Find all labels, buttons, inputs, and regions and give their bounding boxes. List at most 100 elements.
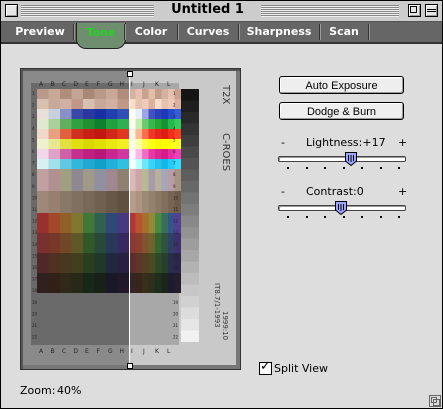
target-date-text: 1999:10 [221, 311, 229, 340]
row-number: 20 [32, 311, 38, 316]
color-patch [142, 233, 149, 253]
color-patch [37, 109, 49, 119]
tab-sharpness[interactable]: Sharpness [239, 22, 319, 42]
color-patch [83, 233, 95, 253]
color-patch [155, 213, 162, 233]
column-letter: C [62, 348, 66, 355]
color-patch [161, 109, 168, 119]
lightness-plus-label: + [398, 136, 408, 149]
contrast-minus-label: - [281, 185, 285, 198]
color-patch [37, 273, 49, 293]
color-patch [148, 89, 155, 99]
color-patch [155, 159, 162, 169]
color-patch [71, 89, 83, 99]
color-patch [117, 253, 129, 273]
color-patch [148, 109, 155, 119]
row-number: 18 [173, 288, 179, 293]
color-patch [117, 273, 129, 293]
slider-tick [305, 167, 308, 169]
color-patch [117, 119, 129, 129]
title-bar[interactable]: Untitled 1 [1, 1, 442, 22]
contrast-slider-thumb[interactable] [335, 201, 347, 215]
color-patch [161, 273, 168, 293]
color-patch [37, 89, 49, 99]
grow-box-icon[interactable] [429, 395, 441, 407]
color-patch [48, 273, 60, 293]
close-box[interactable] [5, 4, 18, 17]
color-patch [94, 119, 106, 129]
slider-tick [287, 216, 289, 218]
zoom-box[interactable] [408, 4, 421, 17]
gray-patch [181, 146, 199, 158]
color-patch [37, 99, 49, 109]
color-patch [161, 159, 168, 169]
contrast-label: Contrast:0 [306, 185, 364, 198]
color-patch [106, 149, 118, 159]
color-patch [71, 159, 83, 169]
color-patch [148, 273, 155, 293]
color-patch [48, 213, 60, 233]
split-handle-bottom[interactable] [127, 363, 133, 369]
gray-patch [181, 330, 199, 342]
row-number: 16 [173, 265, 179, 270]
color-patch [135, 129, 142, 139]
row-number: 12 [32, 219, 38, 224]
color-patch [60, 119, 72, 129]
color-patch [71, 273, 83, 293]
color-patch [60, 109, 72, 119]
row-number: 11 [32, 207, 38, 212]
gray-patch [181, 192, 199, 204]
color-patch [148, 253, 155, 273]
column-letter: F [97, 81, 101, 88]
row-number: 11 [173, 207, 179, 212]
preview-image[interactable]: ABCDEFGHIJKL ABCDEFGHIJKL 12345678910111… [23, 71, 236, 365]
color-patch [37, 253, 49, 273]
color-patch [161, 99, 168, 109]
collapse-box[interactable] [425, 4, 438, 17]
tab-tone[interactable]: Tone [76, 23, 126, 49]
dodge-burn-button[interactable]: Dodge & Burn [279, 102, 404, 120]
color-patch [148, 191, 155, 213]
lightness-value: +17 [362, 136, 386, 149]
color-patch [142, 213, 149, 233]
color-patch [83, 129, 95, 139]
color-patch [60, 159, 72, 169]
color-patch [83, 99, 95, 109]
color-patch [155, 253, 162, 273]
color-patch [48, 169, 60, 191]
color-patch [142, 149, 149, 159]
slider-tick [342, 167, 345, 169]
color-patch [37, 191, 49, 213]
color-patch [117, 159, 129, 169]
slider-tick [287, 167, 289, 169]
lightness-slider-track[interactable] [278, 156, 406, 162]
color-patch [142, 169, 149, 191]
tab-scan[interactable]: Scan [320, 22, 368, 42]
color-patch [71, 169, 83, 191]
color-patch [155, 273, 162, 293]
color-patch [71, 149, 83, 159]
row-number: 13 [32, 230, 38, 235]
color-patch [135, 89, 142, 99]
row-number: 17 [32, 277, 38, 282]
tab-color[interactable]: Color [125, 22, 177, 42]
color-patch [106, 139, 118, 149]
lightness-slider-thumb[interactable] [345, 152, 358, 166]
window-title: Untitled 1 [171, 2, 244, 17]
color-patch [83, 119, 95, 129]
tab-curves[interactable]: Curves [178, 22, 238, 42]
row-number: 14 [173, 242, 179, 247]
split-handle-top[interactable] [127, 71, 133, 77]
color-patch [94, 253, 106, 273]
color-patch [83, 89, 95, 99]
tab-preview[interactable]: Preview [7, 22, 73, 42]
lightness-minus-label: - [281, 136, 285, 149]
slider-tick [379, 216, 382, 218]
gray-patch [181, 238, 199, 250]
color-patch [117, 139, 129, 149]
color-patch [83, 213, 95, 233]
color-patch [94, 191, 106, 213]
auto-exposure-button[interactable]: Auto Exposure [279, 76, 404, 94]
split-view-checkbox[interactable]: ✓ [259, 359, 272, 375]
gray-patch [181, 181, 199, 193]
